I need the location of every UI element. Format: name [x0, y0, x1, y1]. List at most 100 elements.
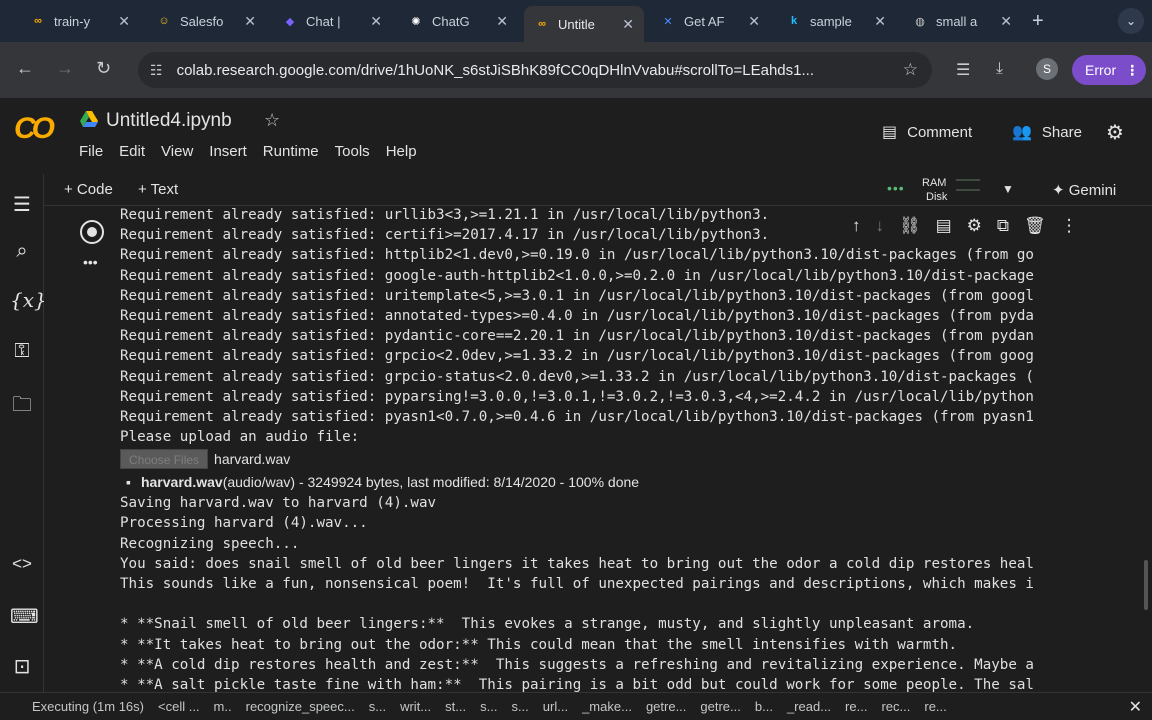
star-notebook-icon[interactable]: ☆	[264, 110, 280, 131]
call-stack-item[interactable]: getre...	[646, 699, 686, 714]
colab-logo[interactable]: CO	[14, 112, 55, 146]
upload-prompt: Please upload an audio file:	[120, 429, 360, 446]
menu-edit[interactable]: Edit	[119, 143, 145, 160]
cell-more-icon[interactable]: •••	[83, 254, 98, 270]
tab-title: sample	[810, 13, 852, 29]
add-text-button[interactable]: + Text	[138, 181, 178, 198]
files-folder-icon[interactable]: 🗀	[10, 390, 34, 424]
command-palette-icon[interactable]: ⌨	[10, 604, 39, 629]
call-stack-item[interactable]: <cell ...	[158, 699, 200, 714]
table-of-contents-icon[interactable]: ☰	[10, 192, 34, 217]
menu-runtime[interactable]: Runtime	[263, 143, 319, 160]
menu-help[interactable]: Help	[386, 143, 417, 160]
menu-view[interactable]: View	[161, 143, 193, 160]
emoji-icon: ☺	[158, 15, 170, 27]
error-button[interactable]: Error ⋮	[1072, 55, 1146, 85]
terminal-icon[interactable]: ⊡	[10, 654, 34, 679]
close-tab-icon[interactable]: ✕	[1000, 13, 1012, 30]
move-cell-down-icon[interactable]: ↓	[876, 216, 885, 236]
close-tab-icon[interactable]: ✕	[622, 16, 634, 33]
browser-tab[interactable]: ∞ Untitle ✕	[524, 6, 644, 42]
download-icon[interactable]: ⤓	[996, 60, 1003, 78]
stop-cell-button[interactable]	[80, 220, 104, 244]
cell-settings-gear-icon[interactable]: ⚙	[967, 216, 982, 236]
call-stack-item[interactable]: re...	[924, 699, 946, 714]
code-snippets-icon[interactable]: <>	[10, 554, 34, 574]
menu-file[interactable]: File	[79, 143, 103, 160]
open-in-tab-icon[interactable]: ⧉	[997, 216, 1009, 236]
call-stack-item[interactable]: s...	[511, 699, 528, 714]
call-stack-item[interactable]: rec...	[881, 699, 910, 714]
close-tab-icon[interactable]: ✕	[118, 13, 130, 30]
close-tab-icon[interactable]: ✕	[244, 13, 256, 30]
site-settings-icon[interactable]: ☷	[150, 62, 163, 79]
link-icon[interactable]: ⛓	[899, 216, 921, 236]
comment-icon[interactable]: ▤	[936, 216, 952, 236]
browser-tab[interactable]: ✺ ChatG ✕	[398, 6, 518, 36]
call-stack-item[interactable]: m..	[214, 699, 232, 714]
browser-tab[interactable]: ∞ train-y ✕	[20, 6, 140, 36]
tab-title: small a	[936, 13, 978, 29]
close-tab-icon[interactable]: ✕	[874, 13, 886, 30]
call-stack-item[interactable]: b...	[755, 699, 773, 714]
move-cell-up-icon[interactable]: ↑	[852, 216, 861, 236]
left-sidebar: ☰ ⌕ {x} ⚿ 🗀 <> ⌨ ⊡	[0, 174, 47, 692]
output-line: Recognizing speech...	[120, 535, 300, 552]
poem-analysis-line: * **Snail smell of old beer lingers:** T…	[120, 616, 975, 633]
menu-insert[interactable]: Insert	[209, 143, 247, 160]
call-stack-item[interactable]: _read...	[787, 699, 831, 714]
share-button[interactable]: 👥 Share	[1012, 122, 1082, 142]
bookmark-star-icon[interactable]: ☆	[903, 60, 918, 80]
browser-tab[interactable]: ◍ small a ✕	[902, 6, 1022, 36]
add-code-button[interactable]: + Code	[64, 181, 113, 198]
output-line: You said: does snail smell of old beer l…	[120, 555, 1034, 572]
comment-button[interactable]: ▤ Comment	[882, 122, 972, 142]
browser-tab[interactable]: k sample ✕	[776, 6, 896, 36]
call-stack-item[interactable]: recognize_speec...	[246, 699, 355, 714]
secrets-key-icon[interactable]: ⚿	[10, 340, 34, 363]
close-tab-icon[interactable]: ✕	[748, 13, 760, 30]
close-tab-icon[interactable]: ✕	[370, 13, 382, 30]
tab-title: train-y	[54, 13, 91, 29]
choose-files-button[interactable]: Choose Files	[120, 449, 209, 470]
search-icon[interactable]: ⌕	[10, 240, 34, 263]
menu-tools[interactable]: Tools	[335, 143, 370, 160]
reload-icon[interactable]: ↻	[96, 58, 111, 79]
close-tab-icon[interactable]: ✕	[496, 13, 508, 30]
tab-title: Salesfo	[180, 13, 224, 29]
call-stack-item[interactable]: s...	[480, 699, 497, 714]
call-stack-item[interactable]: _make...	[582, 699, 632, 714]
tab-title: Get AF	[684, 13, 725, 29]
new-tab-button[interactable]: +	[1032, 10, 1044, 33]
call-stack-item[interactable]: url...	[543, 699, 568, 714]
poem-analysis-line: * **A salt pickle taste fine with ham:**…	[120, 676, 1034, 692]
settings-gear-icon[interactable]: ⚙	[1106, 120, 1124, 145]
runtime-dropdown-caret-icon[interactable]: ▼	[1002, 182, 1014, 196]
browser-tab[interactable]: ◆ Chat | ✕	[272, 6, 392, 36]
executing-status: Executing (1m 16s)	[32, 699, 144, 714]
more-vert-icon[interactable]: ⋮	[1061, 216, 1078, 236]
output-line: Processing harvard (4).wav...	[120, 515, 368, 532]
delete-trash-icon[interactable]: 🗑	[1024, 216, 1046, 236]
resource-monitor[interactable]: RAM Disk	[922, 176, 947, 204]
reading-list-icon[interactable]: ☰	[956, 60, 970, 80]
chosen-file-name: harvard.wav	[214, 451, 291, 468]
call-stack-item[interactable]: s...	[369, 699, 386, 714]
tab-search-chevron-icon[interactable]: ⌄	[1118, 8, 1144, 34]
browser-tab[interactable]: ✕ Get AF ✕	[650, 6, 770, 36]
call-stack-item[interactable]: getre...	[700, 699, 740, 714]
output-scrollbar[interactable]	[1144, 560, 1148, 610]
call-stack-item[interactable]: writ...	[400, 699, 431, 714]
profile-avatar[interactable]: S	[1036, 58, 1058, 80]
forward-arrow-icon[interactable]: →	[56, 58, 74, 79]
browser-tab[interactable]: ☺ Salesfo ✕	[146, 6, 266, 36]
notebook-title[interactable]: Untitled4.ipynb	[106, 110, 232, 132]
close-status-icon[interactable]: ✕	[1129, 697, 1142, 717]
openai-icon: ✺	[411, 15, 421, 28]
back-arrow-icon[interactable]: ←	[16, 58, 34, 79]
call-stack-item[interactable]: re...	[845, 699, 867, 714]
address-bar[interactable]: ☷ colab.research.google.com/drive/1hUoNK…	[138, 52, 932, 88]
gemini-button[interactable]: ✦ Gemini	[1052, 181, 1116, 199]
call-stack-item[interactable]: st...	[445, 699, 466, 714]
variables-icon[interactable]: {x}	[10, 288, 47, 312]
